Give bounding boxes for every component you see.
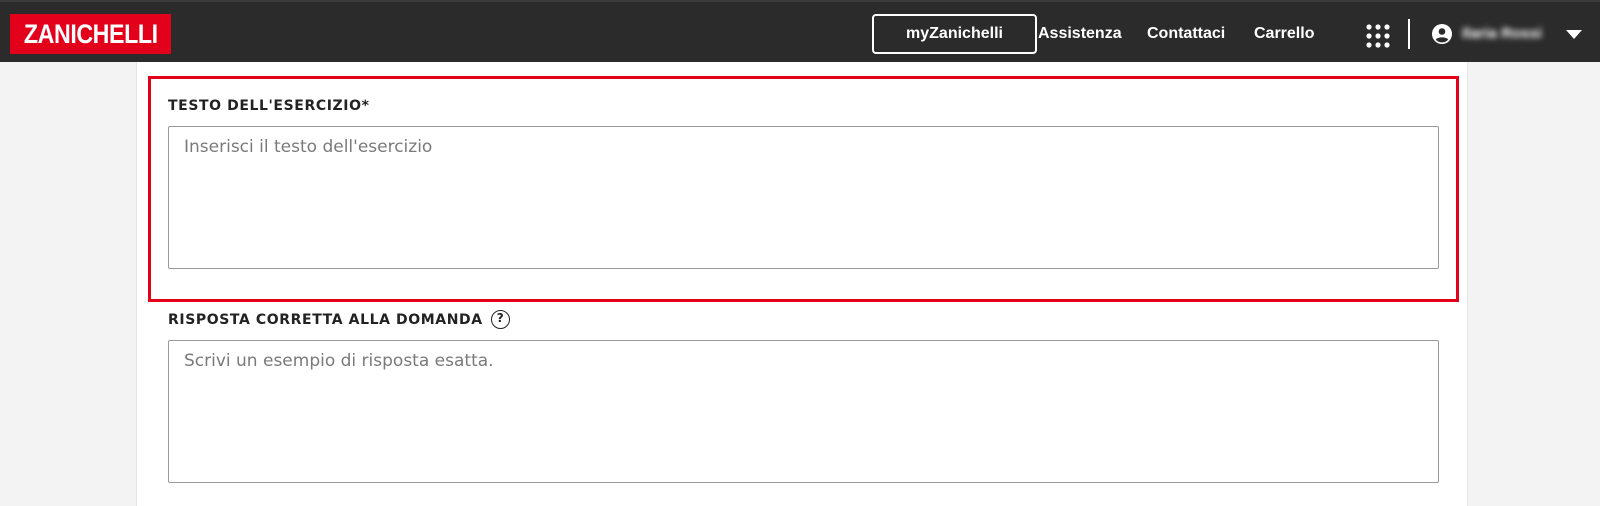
exercise-text-label: TESTO DELL'ESERCIZIO* xyxy=(168,98,370,114)
user-account-icon[interactable] xyxy=(1432,24,1452,44)
zanichelli-logo[interactable]: ZANICHELLI xyxy=(10,14,171,54)
logo-text: ZANICHELLI xyxy=(23,19,158,49)
nav-link-assistenza[interactable]: Assistenza xyxy=(1038,23,1122,45)
myzanichelli-button[interactable]: myZanichelli xyxy=(872,14,1037,54)
user-name[interactable]: Ilaria Rossi xyxy=(1462,23,1542,45)
correct-answer-label: RISPOSTA CORRETTA ALLA DOMANDA xyxy=(168,311,483,328)
help-icon[interactable]: ? xyxy=(490,310,510,329)
nav-link-carrello[interactable]: Carrello xyxy=(1254,23,1314,45)
top-navigation-bar: ZANICHELLI myZanichelli Assistenza Conta… xyxy=(0,0,1600,62)
apps-grid-icon[interactable] xyxy=(1366,24,1390,48)
exercise-text-input[interactable] xyxy=(168,126,1439,269)
nav-link-contattaci[interactable]: Contattaci xyxy=(1147,23,1225,45)
correct-answer-input[interactable] xyxy=(168,340,1439,483)
caret-down-icon[interactable] xyxy=(1566,30,1582,39)
correct-answer-label-row: RISPOSTA CORRETTA ALLA DOMANDA ? xyxy=(168,310,510,329)
nav-divider xyxy=(1408,19,1410,49)
